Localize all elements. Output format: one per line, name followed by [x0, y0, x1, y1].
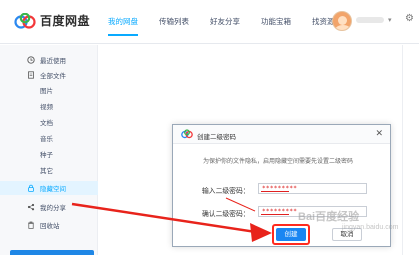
sidebar-item-label: 音乐 — [40, 136, 53, 143]
sidebar-item-documents[interactable]: 文档 — [0, 115, 98, 129]
sidebar-item-videos[interactable]: 视频 — [0, 99, 98, 113]
app-logo[interactable]: 百度网盘 — [14, 12, 90, 29]
watermark-subtext: jingyan.baidu.com — [342, 224, 399, 231]
watermark-text: Bai百度经验 — [298, 211, 360, 223]
app-title: 百度网盘 — [40, 14, 91, 28]
username-redacted[interactable] — [356, 17, 384, 23]
sidebar-item-label: 其它 — [40, 168, 53, 175]
share-icon — [27, 203, 35, 211]
sidebar-item-label: 种子 — [40, 152, 53, 159]
sidebar: 最近使用 全部文件 图片 视频 文档 音乐 种子 其它 隐藏空间 我的分享 回收… — [0, 45, 98, 255]
chevron-down-icon[interactable]: ▾ — [388, 16, 392, 24]
avatar[interactable] — [332, 11, 352, 31]
sidebar-item-label: 回收站 — [40, 223, 60, 230]
confirm-password-underline — [261, 214, 289, 215]
gear-icon[interactable]: ⚙ — [405, 13, 414, 24]
sidebar-item-label: 全部文件 — [40, 73, 66, 80]
sidebar-item-recent[interactable]: 最近使用 — [0, 53, 98, 67]
sidebar-item-pictures[interactable]: 图片 — [0, 83, 98, 97]
document-icon — [27, 71, 35, 79]
lock-icon — [27, 184, 35, 192]
sidebar-item-all-files[interactable]: 全部文件 — [0, 68, 98, 82]
tab-my-disk[interactable]: 我的网盘 — [108, 16, 138, 36]
tab-toolbox[interactable]: 功能宝箱 — [261, 16, 291, 27]
password-input[interactable]: ********* — [258, 183, 367, 194]
sidebar-item-recycle-bin[interactable]: 回收站 — [0, 218, 98, 232]
sidebar-item-hidden-space[interactable]: 隐藏空间 — [0, 181, 98, 195]
create-button[interactable]: 创建 — [276, 228, 306, 241]
password-label: 输入二级密码： — [202, 188, 250, 195]
sidebar-item-label: 视频 — [40, 104, 53, 111]
tab-transfer-list[interactable]: 传输列表 — [159, 16, 189, 27]
sidebar-item-torrents[interactable]: 种子 — [0, 147, 98, 161]
clock-icon — [27, 56, 35, 64]
trash-icon — [27, 221, 35, 229]
sidebar-item-label: 图片 — [40, 88, 53, 95]
main-nav: 我的网盘 传输列表 好友分享 功能宝箱 找资源 — [108, 16, 356, 36]
sidebar-footer-bar — [10, 250, 94, 255]
sidebar-item-music[interactable]: 音乐 — [0, 131, 98, 145]
close-icon[interactable]: ✕ — [375, 128, 383, 139]
sidebar-item-label: 文档 — [40, 120, 53, 127]
password-underline — [261, 191, 289, 192]
dialog-title: 创建二级密码 — [197, 134, 236, 141]
sidebar-item-label: 我的分享 — [40, 205, 66, 212]
confirm-password-label: 确认二级密码： — [202, 211, 250, 218]
sidebar-item-label: 隐藏空间 — [40, 186, 66, 193]
sidebar-item-label: 最近使用 — [40, 58, 66, 65]
sidebar-item-other[interactable]: 其它 — [0, 163, 98, 177]
dialog-tip: 为保护你的文件隐私，启用隐藏空间需要先设置二级密码 — [203, 159, 354, 165]
sidebar-item-my-share[interactable]: 我的分享 — [0, 200, 98, 214]
tab-friend-share[interactable]: 好友分享 — [210, 16, 240, 27]
baidu-cloud-logo-icon — [14, 12, 36, 29]
top-bar: 百度网盘 我的网盘 传输列表 好友分享 功能宝箱 找资源 ▾ ⚙ — [0, 0, 419, 44]
right-rail — [402, 45, 419, 255]
dialog-header: 创建二级密码 ✕ — [173, 125, 390, 144]
baidu-cloud-logo-icon — [181, 129, 193, 139]
